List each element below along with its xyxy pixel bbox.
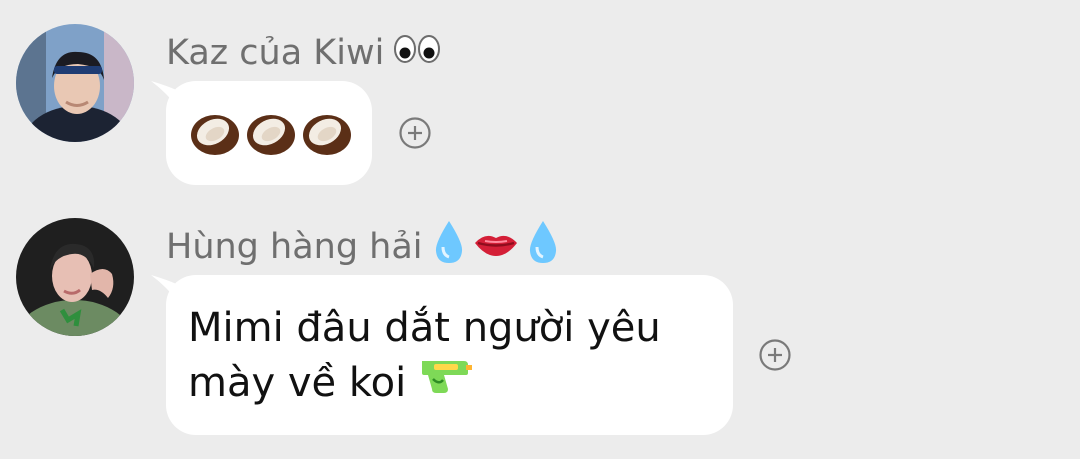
coconut-icon <box>190 111 240 161</box>
message-text-line2: mày về koi <box>188 355 711 411</box>
message-group-1: Kaz của Kiwi <box>0 0 1080 200</box>
avatar-photo <box>16 218 134 336</box>
avatar-photo <box>16 24 134 142</box>
add-reaction-button[interactable] <box>399 117 431 149</box>
message-group-2: Hùng hàng hải Mimi đâu dắt người yêu mày… <box>0 200 1080 459</box>
lips-icon <box>473 226 519 268</box>
plus-circle-icon <box>759 339 791 371</box>
plus-circle-icon <box>399 117 431 149</box>
coconut-icon <box>246 111 296 161</box>
add-reaction-button[interactable] <box>759 339 791 371</box>
message-bubble[interactable] <box>166 81 372 185</box>
sender-name: Kaz của Kiwi <box>166 32 441 74</box>
sender-name-text: Hùng hàng hải <box>166 227 423 267</box>
avatar-hung[interactable] <box>16 218 134 336</box>
coconut-icon <box>302 111 352 161</box>
droplet-icon <box>433 219 465 275</box>
sender-name-text: Kaz của Kiwi <box>166 33 385 73</box>
eyes-icon <box>394 32 441 74</box>
message-text-line2-text: mày về koi <box>188 360 407 406</box>
water-pistol-icon <box>418 355 473 411</box>
message-emoji-row <box>190 111 351 161</box>
sender-name: Hùng hàng hải <box>166 221 559 268</box>
avatar-kaz[interactable] <box>16 24 134 142</box>
droplet-icon <box>527 219 559 275</box>
message-text-line1: Mimi đâu dắt người yêu <box>188 305 661 351</box>
message-bubble[interactable]: Mimi đâu dắt người yêu mày về koi <box>166 275 733 435</box>
